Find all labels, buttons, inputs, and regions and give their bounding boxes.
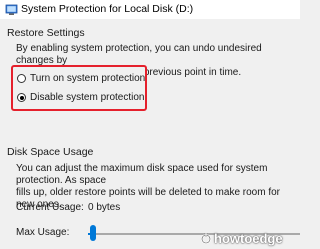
restore-settings-heading: Restore Settings [7, 27, 85, 39]
current-usage-value: 0 bytes [88, 202, 121, 213]
disable-protection-label: Disable system protection [30, 92, 145, 103]
turn-on-protection-radio[interactable] [17, 74, 26, 83]
disable-protection-radio[interactable] [17, 93, 26, 102]
watermark-text: howtoedge [214, 231, 283, 246]
gear-wrench-icon [201, 232, 211, 244]
max-usage-label: Max Usage: [16, 227, 70, 238]
window-title: System Protection for Local Disk (D:) [21, 3, 194, 15]
max-usage-slider-thumb[interactable] [90, 225, 97, 241]
current-usage-label: Current Usage: [16, 202, 84, 213]
disk-space-heading: Disk Space Usage [7, 146, 94, 158]
turn-on-protection-option[interactable]: Turn on system protection [17, 73, 145, 84]
turn-on-protection-label: Turn on system protection [30, 73, 146, 84]
disable-protection-option[interactable]: Disable system protection [17, 92, 145, 103]
system-protection-icon [5, 4, 18, 15]
watermark: howtoedge [200, 231, 283, 246]
title-bar: System Protection for Local Disk (D:) [0, 0, 300, 19]
restore-description-line-1: By enabling system protection, you can u… [16, 43, 262, 66]
restore-options-highlight: Turn on system protection Disable system… [11, 65, 147, 111]
disk-description-line-1: You can adjust the maximum disk space us… [16, 163, 268, 186]
